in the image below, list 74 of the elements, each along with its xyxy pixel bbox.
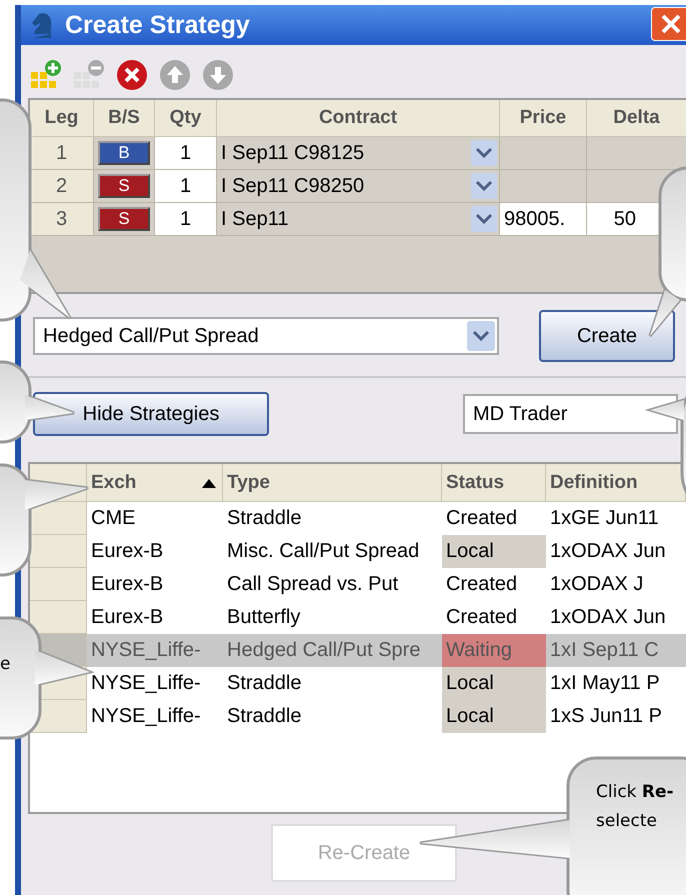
table-cell: 3 [30,203,94,236]
strategy-row[interactable]: NYSE_Liffe- Hedged Call/Put Spre Waiting 1xI Sep11 C [87,634,686,667]
row-header-cell[interactable] [30,502,87,535]
table-cell-text: Eurex-B [90,539,164,564]
contract-dropdown[interactable]: I Sep11 C98125 [217,137,500,170]
chevron-down-icon [471,206,497,232]
callout-text: Click Re- selecte [596,781,674,833]
side-button[interactable]: S [98,174,150,198]
side-button[interactable]: S [98,207,150,231]
row-header-cell[interactable] [30,601,87,634]
row-header-cell[interactable] [30,535,87,568]
table-cell-text: NYSE_Liffe- [90,638,202,663]
column-header[interactable]: Leg [30,100,94,137]
launcher-dropdown[interactable]: MD Trader [463,394,678,434]
sort-ascending-icon [202,479,216,488]
chevron-down-icon [467,321,495,351]
table-cell-text: Straddle [226,704,302,729]
column-header[interactable]: B/S [94,100,155,137]
table-cell-text: 1xODAX Jun [549,605,667,630]
table-cell-text: NYSE_Liffe- [90,704,202,729]
delete-icon[interactable] [115,58,149,92]
column-header[interactable]: Type [223,464,442,502]
status-cell: Waiting [442,634,546,667]
move-up-icon[interactable] [158,58,192,92]
table-cell-text: Straddle [226,506,302,531]
column-header[interactable]: Delta [587,100,686,137]
chevron-down-icon [471,173,497,199]
column-header[interactable]: Price [500,100,587,137]
strategy-row[interactable]: Eurex-B Butterfly Created 1xODAX Jun [87,601,686,634]
quantity-field[interactable]: 1 [155,137,217,170]
table-cell-text: NYSE_Liffe- [90,671,202,696]
table-cell-text: Eurex-B [90,605,164,630]
column-header[interactable]: Contract [217,100,500,137]
strategy-row[interactable]: NYSE_Liffe- Straddle Local 1xS Jun11 P [87,700,686,733]
column-header[interactable]: Qty [155,100,217,137]
table-cell-text: 1xODAX J [549,572,644,597]
status-cell: Local [442,667,546,700]
table-cell-text: 1xGE Jun11 [549,506,660,531]
strategy-row[interactable]: Eurex-B Call Spread vs. Put Created 1xODAX J [87,568,686,601]
table-cell: 2 [30,170,94,203]
table-cell-text: CME [90,506,136,531]
close-icon [659,12,683,36]
column-header[interactable]: Status [442,464,546,502]
table-cell-text: 1xI Sep11 C [549,638,660,663]
status-cell: Local [442,535,546,568]
table-cell-text: 1xI May11 P [549,671,661,696]
strategy-type-dropdown[interactable]: Hedged Call/Put Spread [33,317,499,355]
column-header[interactable]: Exch [87,464,223,502]
row-header-cell[interactable] [30,568,87,601]
table-cell-text: Straddle [226,671,302,696]
quantity-field[interactable]: 1 [155,203,217,236]
contract-dropdown[interactable]: I Sep11 C98250 [217,170,500,203]
table-cell-text: 1xS Jun11 P [549,704,663,729]
table-cell-text: Butterfly [226,605,302,630]
table-cell-text: Misc. Call/Put Spread [226,539,420,564]
table-cell-text: Eurex-B [90,572,164,597]
price-field[interactable]: 98005. [500,203,587,236]
strategy-row[interactable]: CME Straddle Created 1xGE Jun11 [87,502,686,535]
table-cell: 1 [30,137,94,170]
strategy-row[interactable]: Eurex-B Misc. Call/Put Spread Local 1xODAX Jun [87,535,686,568]
move-down-icon[interactable] [201,58,235,92]
quantity-field[interactable]: 1 [155,170,217,203]
column-header[interactable]: Definition [546,464,686,502]
chevron-down-icon [471,140,497,166]
status-cell: Local [442,700,546,733]
strategy-row[interactable]: NYSE_Liffe- Straddle Local 1xI May11 P [87,667,686,700]
contract-dropdown[interactable]: I Sep11 [217,203,500,236]
table-cell-text: Call Spread vs. Put [226,572,400,597]
table-cell-text: 1xODAX Jun [549,539,667,564]
table-cell-text: Hedged Call/Put Spre [226,638,422,663]
window-title: Create Strategy [65,10,250,40]
callout-text: e [0,653,10,676]
side-button[interactable]: B [98,141,150,165]
close-button[interactable] [651,7,686,41]
